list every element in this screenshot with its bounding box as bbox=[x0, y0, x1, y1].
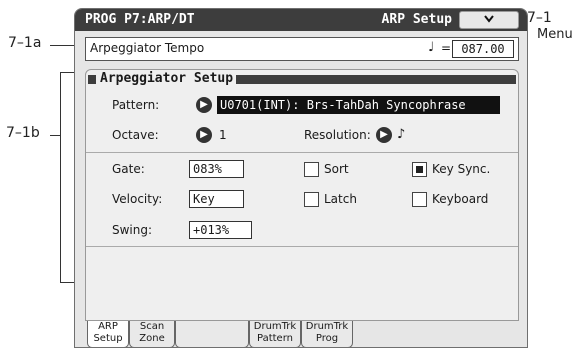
sort-label: Sort bbox=[324, 162, 349, 176]
tempo-equals: = bbox=[441, 41, 452, 55]
tab-drumtrk-prog[interactable]: DrumTrk Prog bbox=[301, 321, 353, 347]
arpeggiator-tempo-row[interactable]: Arpeggiator Tempo ♩ = 087.00 bbox=[85, 37, 519, 61]
gate-value-field[interactable]: 083% bbox=[189, 160, 244, 178]
tempo-label: Arpeggiator Tempo bbox=[90, 41, 205, 55]
lcd-screen: PROG P7:ARP/DT ARP Setup Arpeggiator Tem… bbox=[74, 8, 528, 348]
tempo-value-field[interactable]: 087.00 bbox=[452, 40, 514, 58]
key-sync-checkbox[interactable] bbox=[412, 162, 427, 177]
section-title: Arpeggiator Setup bbox=[98, 71, 236, 86]
octave-popup-button[interactable]: ▶ bbox=[196, 127, 212, 143]
tab-arp-setup[interactable]: ARP Setup bbox=[87, 321, 129, 347]
tab-label-line2: Prog bbox=[315, 333, 339, 344]
callout-7-1: 7–1 bbox=[527, 10, 552, 26]
section-header: Arpeggiator Setup bbox=[86, 71, 518, 86]
divider bbox=[86, 152, 518, 153]
page-tab-bar: ARP Setup Scan Zone DrumTrk Pattern Drum… bbox=[75, 321, 527, 347]
key-sync-label: Key Sync. bbox=[432, 162, 491, 176]
section-header-bar-left bbox=[88, 75, 96, 84]
tab-label-line2: Pattern bbox=[257, 333, 293, 344]
pattern-value-field[interactable]: U0701(INT): Brs-TahDah Syncophrase bbox=[217, 96, 500, 114]
keyboard-checkbox[interactable] bbox=[412, 192, 427, 207]
tab-label-line1: ARP bbox=[98, 321, 118, 332]
tab-label-line1: DrumTrk bbox=[305, 321, 349, 332]
tab-label-line1: DrumTrk bbox=[253, 321, 297, 332]
callout-menu: Menu bbox=[537, 27, 573, 42]
sort-checkbox[interactable] bbox=[304, 162, 319, 177]
velocity-label: Velocity: bbox=[112, 192, 163, 206]
velocity-value-field[interactable]: Key bbox=[189, 190, 244, 208]
pattern-label: Pattern: bbox=[112, 98, 160, 112]
tab-empty[interactable] bbox=[175, 321, 249, 347]
gate-label: Gate: bbox=[112, 162, 145, 176]
tab-label-line2: Zone bbox=[139, 333, 165, 344]
tab-label-line2: Setup bbox=[93, 333, 123, 344]
latch-label: Latch bbox=[324, 192, 357, 206]
section-header-bar-right bbox=[236, 75, 516, 84]
swing-value-field[interactable]: +013% bbox=[189, 221, 252, 239]
swing-label: Swing: bbox=[112, 223, 153, 237]
page-title: ARP Setup bbox=[381, 12, 452, 27]
title-bar: PROG P7:ARP/DT ARP Setup bbox=[75, 9, 527, 31]
callout-7-1b-bracket bbox=[60, 72, 61, 282]
arrow-right-icon: ▶ bbox=[380, 129, 388, 140]
mode-title: PROG P7:ARP/DT bbox=[85, 12, 195, 27]
keyboard-label: Keyboard bbox=[432, 192, 489, 206]
resolution-value[interactable]: ♪ bbox=[397, 127, 405, 142]
arrow-right-icon: ▶ bbox=[200, 129, 208, 140]
chevron-down-icon bbox=[484, 13, 494, 26]
tab-label-line1: Scan bbox=[139, 321, 165, 332]
resolution-popup-button[interactable]: ▶ bbox=[376, 127, 392, 143]
callout-7-1b: 7–1b bbox=[6, 125, 40, 141]
divider bbox=[86, 246, 518, 247]
page-menu-button[interactable] bbox=[459, 11, 519, 29]
arpeggiator-setup-panel: Arpeggiator Setup Pattern: ▶ U0701(INT):… bbox=[85, 69, 519, 321]
resolution-label: Resolution: bbox=[304, 128, 371, 142]
octave-label: Octave: bbox=[112, 128, 159, 142]
arrow-right-icon: ▶ bbox=[200, 99, 208, 110]
tab-drumtrk-pattern[interactable]: DrumTrk Pattern bbox=[249, 321, 301, 347]
tab-scan-zone[interactable]: Scan Zone bbox=[129, 321, 175, 347]
quarter-note-icon: ♩ bbox=[428, 40, 435, 55]
pattern-popup-button[interactable]: ▶ bbox=[196, 97, 212, 113]
callout-7-1a: 7–1a bbox=[8, 35, 42, 51]
callout-7-1b-line bbox=[50, 135, 60, 136]
latch-checkbox[interactable] bbox=[304, 192, 319, 207]
octave-value[interactable]: 1 bbox=[219, 128, 227, 142]
